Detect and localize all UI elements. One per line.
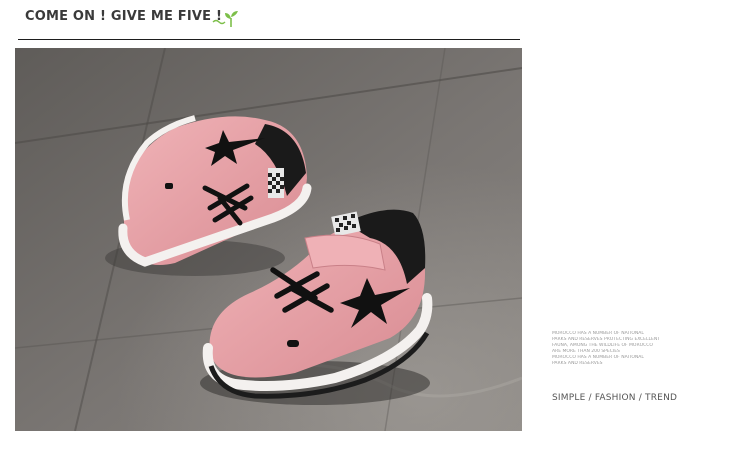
page-title: COME ON ! GIVE ME FIVE ! [25,9,223,24]
caption-text: Morocco has a number of national parks a… [552,331,692,368]
sprout-icon [212,11,238,27]
product-photo [15,48,522,431]
tagline: SIMPLE / FASHION / TREND [552,393,678,403]
caption-line: parks and reserves [552,361,603,367]
header-divider [18,39,520,40]
